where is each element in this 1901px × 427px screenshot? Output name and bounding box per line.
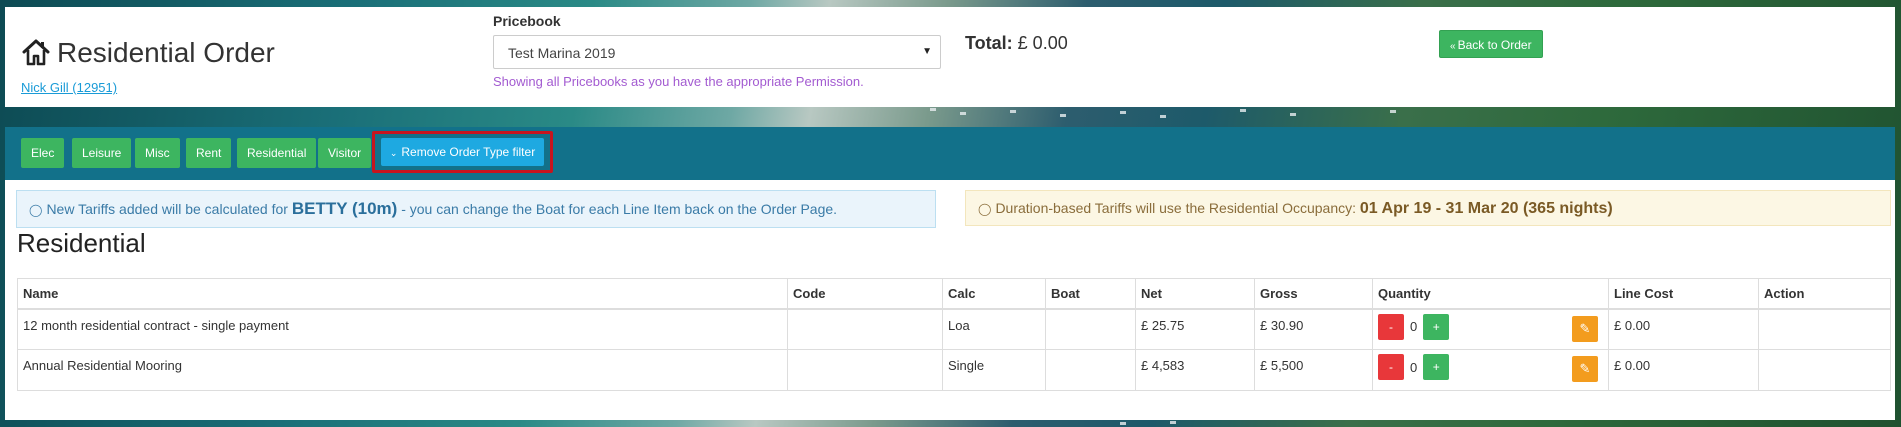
cell-quantity: - 0 + ✎ <box>1372 349 1609 391</box>
filter-button-misc[interactable]: Misc <box>135 138 180 168</box>
info-prefix: New Tariffs added will be calculated for <box>46 201 288 217</box>
info-suffix: - you can change the Boat for each Line … <box>401 201 838 217</box>
filter-button-elec[interactable]: Elec <box>21 138 65 168</box>
quantity-value: 0 <box>1410 319 1418 334</box>
occupancy-value: 01 Apr 19 - 31 Mar 20 (365 nights) <box>1359 200 1613 217</box>
table-row: 12 month residential contract - single p… <box>17 308 1891 350</box>
home-icon <box>22 39 50 66</box>
remove-order-type-filter-button[interactable]: ⌄ Remove Order Type filter <box>381 138 544 166</box>
total-value: £ 0.00 <box>1017 33 1068 53</box>
column-header-net: Net <box>1135 278 1255 310</box>
cell-code <box>787 349 943 391</box>
section-title: Residential <box>17 228 146 258</box>
page-title: Residential Order <box>57 37 275 68</box>
order-total: Total: £ 0.00 <box>965 33 1068 54</box>
lightbulb-icon: ◯ <box>978 202 992 216</box>
cell-gross: £ 30.90 <box>1254 308 1373 350</box>
cell-net: £ 4,583 <box>1135 349 1255 391</box>
cell-line-cost: £ 0.00 <box>1608 349 1759 391</box>
back-button-label: Back to Order <box>1457 38 1532 52</box>
cell-net: £ 25.75 <box>1135 308 1255 350</box>
order-type-filter-bar: Elec Leisure Misc Rent Residential Visit… <box>5 127 1895 180</box>
cell-boat <box>1045 349 1136 391</box>
edit-icon[interactable]: ✎ <box>1572 315 1598 342</box>
filter-button-leisure[interactable]: Leisure <box>72 138 132 168</box>
cell-gross: £ 5,500 <box>1254 349 1373 391</box>
column-header-calc: Calc <box>942 278 1046 310</box>
filter-button-visitor[interactable]: Visitor <box>318 138 372 168</box>
quantity-stepper: - 0 + <box>1378 313 1603 340</box>
column-header-gross: Gross <box>1254 278 1373 310</box>
column-header-boat: Boat <box>1045 278 1136 310</box>
tariff-table: Name Code Calc Boat Net Gross Quantity L… <box>17 278 1891 391</box>
permission-note: Showing all Pricebooks as you have the a… <box>493 74 864 89</box>
boat-info-alert: ◯ New Tariffs added will be calculated fo… <box>16 190 936 228</box>
remove-filter-highlight: ⌄ Remove Order Type filter <box>372 131 553 173</box>
cell-code <box>787 308 943 350</box>
pricebook-selected-value: Test Marina 2019 <box>508 45 616 61</box>
occupancy-alert: ◯ Duration-based Tariffs will use the Res… <box>965 190 1891 226</box>
customer-link[interactable]: Nick Gill (12951) <box>21 80 117 95</box>
cell-boat <box>1045 308 1136 350</box>
lightbulb-icon: ◯ <box>29 203 43 217</box>
cell-calc: Loa <box>942 308 1046 350</box>
quantity-value: 0 <box>1410 359 1418 375</box>
increase-quantity-button[interactable]: + <box>1423 313 1450 340</box>
pricebook-label: Pricebook <box>493 13 561 29</box>
column-header-line-cost: Line Cost <box>1608 278 1759 310</box>
cell-calc: Single <box>942 349 1046 391</box>
increase-quantity-button[interactable]: + <box>1423 354 1450 380</box>
column-header-code: Code <box>787 278 943 310</box>
boat-name: BETTY (10m) <box>291 199 398 218</box>
cell-name: Annual Residential Mooring <box>17 349 788 391</box>
cell-quantity: - 0 + ✎ <box>1372 308 1609 350</box>
column-header-quantity: Quantity <box>1372 278 1609 310</box>
quantity-stepper: - 0 + <box>1378 354 1603 380</box>
warn-prefix: Duration-based Tariffs will use the Resi… <box>995 200 1356 216</box>
cell-line-cost: £ 0.00 <box>1608 308 1759 350</box>
decrease-quantity-button[interactable]: - <box>1378 354 1404 380</box>
table-header-row: Name Code Calc Boat Net Gross Quantity L… <box>17 278 1891 310</box>
pricebook-select[interactable]: Test Marina 2019 ▼ <box>493 35 941 69</box>
edit-icon[interactable]: ✎ <box>1572 356 1598 382</box>
cell-action <box>1758 349 1891 391</box>
cell-action <box>1758 308 1891 350</box>
order-header: Residential Order Nick Gill (12951) Pric… <box>5 7 1895 107</box>
filter-button-rent[interactable]: Rent <box>186 138 232 168</box>
column-header-action: Action <box>1758 278 1891 310</box>
tariffs-panel: Elec Leisure Misc Rent Residential Visit… <box>5 127 1895 420</box>
decrease-quantity-button[interactable]: - <box>1378 313 1404 340</box>
double-chevron-left-icon: « <box>1450 41 1456 52</box>
total-label: Total: <box>965 33 1013 53</box>
caret-down-icon: ▼ <box>922 46 932 57</box>
remove-filter-label: Remove Order Type filter <box>401 145 536 159</box>
chevron-down-icon: ⌄ <box>389 148 398 158</box>
filter-button-residential[interactable]: Residential <box>237 138 317 168</box>
table-row: Annual Residential Mooring Single £ 4,58… <box>17 349 1891 391</box>
cell-name: 12 month residential contract - single p… <box>17 308 788 350</box>
column-header-name: Name <box>17 278 788 310</box>
back-to-order-button[interactable]: «Back to Order <box>1439 30 1543 58</box>
